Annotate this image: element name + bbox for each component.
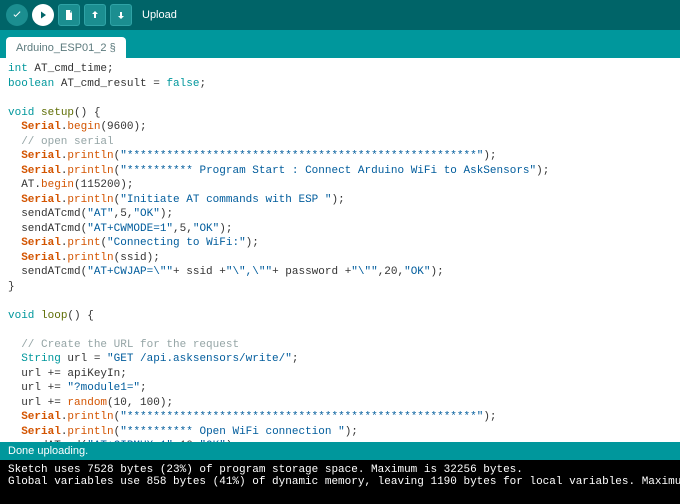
code-line: url += random(10, 100); [8, 396, 672, 411]
tab-sketch[interactable]: Arduino_ESP01_2 § [6, 37, 126, 58]
console-output: Sketch uses 7528 bytes (23%) of program … [0, 460, 680, 504]
toolbar-hint: Upload [142, 9, 177, 21]
code-line [8, 91, 672, 106]
file-icon [63, 9, 75, 21]
new-sketch-button[interactable] [58, 4, 80, 26]
code-line: Serial.println("Initiate AT commands wit… [8, 193, 672, 208]
code-line: } [8, 280, 672, 295]
tab-label: Arduino_ESP01_2 § [16, 42, 116, 54]
arrow-right-icon [37, 9, 49, 21]
code-line: url += apiKeyIn; [8, 367, 672, 382]
code-line [8, 294, 672, 309]
open-button[interactable] [84, 4, 106, 26]
code-line: Serial.println("************************… [8, 149, 672, 164]
arrow-up-icon [89, 9, 101, 21]
code-line: Serial.println("********** Open WiFi con… [8, 425, 672, 440]
code-line: // open serial [8, 135, 672, 150]
code-line: sendATcmd("AT+CWMODE=1",5,"OK"); [8, 222, 672, 237]
arrow-down-icon [115, 9, 127, 21]
code-line: int AT_cmd_time; [8, 62, 672, 77]
status-bar: Done uploading. [0, 442, 680, 460]
code-line: sendATcmd("AT+CWJAP=\""+ ssid +"\",\""+ … [8, 265, 672, 280]
code-line: AT.begin(115200); [8, 178, 672, 193]
code-line: Serial.println("********** Program Start… [8, 164, 672, 179]
code-line [8, 323, 672, 338]
code-line: Serial.begin(9600); [8, 120, 672, 135]
code-line: void setup() { [8, 106, 672, 121]
code-line: url += "?module1="; [8, 381, 672, 396]
toolbar: Upload [0, 0, 680, 32]
status-text: Done uploading. [8, 445, 88, 457]
code-line: Serial.println(ssid); [8, 251, 672, 266]
verify-button[interactable] [6, 4, 28, 26]
code-line: String url = "GET /api.asksensors/write/… [8, 352, 672, 367]
upload-button[interactable] [32, 4, 54, 26]
code-line: // Create the URL for the request [8, 338, 672, 353]
code-line: Serial.println("************************… [8, 410, 672, 425]
console-line: Global variables use 858 bytes (41%) of … [8, 476, 672, 488]
code-line: void loop() { [8, 309, 672, 324]
save-button[interactable] [110, 4, 132, 26]
check-icon [11, 9, 23, 21]
tab-bar: Arduino_ESP01_2 § [0, 32, 680, 58]
code-line: Serial.print("Connecting to WiFi:"); [8, 236, 672, 251]
code-line: sendATcmd("AT",5,"OK"); [8, 207, 672, 222]
code-editor[interactable]: int AT_cmd_time;boolean AT_cmd_result = … [0, 58, 680, 442]
console-line: Sketch uses 7528 bytes (23%) of program … [8, 464, 672, 476]
code-line: boolean AT_cmd_result = false; [8, 77, 672, 92]
